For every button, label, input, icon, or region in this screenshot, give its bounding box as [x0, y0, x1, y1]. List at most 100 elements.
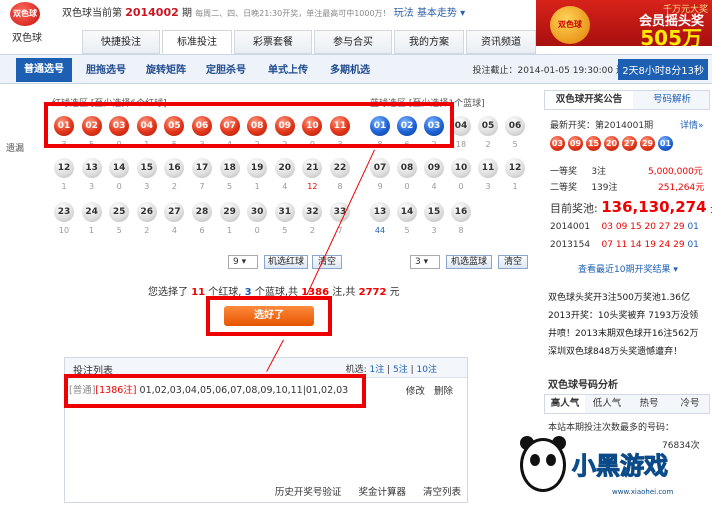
red-ball-12[interactable]: 12: [54, 158, 74, 178]
blue-ball-09[interactable]: 09: [424, 158, 444, 178]
recent-results-link[interactable]: 查看最近10期开奖结果 ▾: [578, 262, 678, 275]
summary-amount: 2772: [358, 287, 387, 298]
tab-standard-bet[interactable]: 标准投注: [162, 30, 232, 54]
countdown-timer: 2天8小时8分13秒: [618, 59, 708, 80]
logo-name: 双色球: [12, 33, 42, 44]
tab-packages[interactable]: 彩票套餐: [234, 30, 312, 54]
tab-low-popularity[interactable]: 低人气: [587, 395, 627, 413]
blue-count-select[interactable]: 3 ▾: [410, 255, 440, 269]
tab-single-upload[interactable]: 单式上传: [268, 61, 308, 81]
tab-draw-notice[interactable]: 双色球开奖公告: [545, 91, 633, 109]
red-ball-23[interactable]: 23: [54, 202, 74, 222]
clear-list-link[interactable]: 清空列表: [423, 487, 461, 498]
jackpot-row: 目前奖池: 136,130,274 元: [550, 198, 712, 216]
red-ball-21[interactable]: 21: [302, 158, 323, 178]
blue-ball-14[interactable]: 14: [397, 202, 417, 222]
red-ball-24[interactable]: 24: [81, 202, 102, 222]
tab-banker-pick[interactable]: 胆拖选号: [86, 61, 126, 81]
lottery-logo: 双色球 双色球: [4, 2, 50, 44]
blue-ball-16[interactable]: 16: [451, 202, 471, 222]
play-rules-link[interactable]: 玩法: [394, 8, 414, 19]
site-watermark: 小黑游戏 www.xiaohei.com: [516, 436, 712, 507]
tab-normal-pick[interactable]: 普通选号: [16, 58, 72, 82]
tab-multi-period[interactable]: 多期机选: [330, 61, 370, 81]
tab-hot-numbers[interactable]: 热号: [629, 395, 669, 413]
tab-group-buy[interactable]: 参与合买: [314, 30, 392, 54]
summary-text-4: 注,共: [332, 287, 356, 298]
red-ball-miss: 4: [171, 226, 177, 235]
random-red-button[interactable]: 机选红球: [264, 255, 308, 269]
promo-ball-logo: 双色球: [550, 6, 590, 44]
red-ball-miss: 6: [199, 226, 205, 235]
prize-calculator-link[interactable]: 奖金计算器: [358, 487, 406, 498]
tab-high-popularity[interactable]: 高人气: [545, 395, 585, 413]
summary-text-5: 元: [389, 287, 400, 298]
red-ball-14[interactable]: 14: [109, 158, 130, 178]
blue-ball-05[interactable]: 05: [478, 116, 498, 136]
tab-my-plans[interactable]: 我的方案: [394, 30, 464, 54]
red-ball-19[interactable]: 19: [247, 158, 268, 178]
bet-item-actions: 修改 删除: [406, 383, 453, 397]
quick-pick-1-button[interactable]: 1注: [370, 365, 385, 375]
red-ball-15[interactable]: 15: [136, 158, 157, 178]
red-ball-miss: 2: [309, 226, 315, 235]
random-blue-button[interactable]: 机选蓝球: [446, 255, 492, 269]
edit-bet-button[interactable]: 修改: [406, 386, 425, 397]
red-ball-26[interactable]: 26: [136, 202, 157, 222]
blue-ball-11[interactable]: 11: [478, 158, 498, 178]
summary-text-1: 您选择了: [148, 287, 188, 298]
blue-ball-04[interactable]: 04: [451, 116, 471, 136]
promo-banner[interactable]: 双色球 千万元大奖 会员摇头奖 505万: [536, 0, 712, 46]
clear-red-button[interactable]: 清空: [312, 255, 342, 269]
red-count-select[interactable]: 9 ▾: [228, 255, 258, 269]
delete-bet-button[interactable]: 删除: [434, 386, 453, 397]
second-prize-amount: 251,264元: [658, 183, 705, 193]
clear-blue-button[interactable]: 清空: [498, 255, 528, 269]
trend-chart-link[interactable]: 基本走势 ▾: [417, 8, 465, 19]
red-ball-29[interactable]: 29: [219, 202, 240, 222]
red-ball-miss: 8: [337, 182, 343, 191]
blue-ball-12[interactable]: 12: [505, 158, 525, 178]
issue-number: 2014002: [125, 6, 179, 19]
red-ball-27[interactable]: 27: [164, 202, 185, 222]
blue-ball-13[interactable]: 13: [370, 202, 390, 222]
miss-label: 遗漏: [6, 144, 25, 154]
blue-ball-06[interactable]: 06: [505, 116, 525, 136]
history-row-1: 2014001 03 09 15 20 27 29 01: [550, 222, 699, 232]
tab-fix-kill[interactable]: 定胆杀号: [206, 61, 246, 81]
red-ball-31[interactable]: 31: [274, 202, 295, 222]
red-ball-20[interactable]: 20: [274, 158, 295, 178]
red-ball-17[interactable]: 17: [192, 158, 212, 178]
panda-eye-icon: [530, 454, 540, 466]
news-item[interactable]: 2013开奖：10头奖被弃 7193万没领: [548, 308, 698, 321]
blue-ball-07[interactable]: 07: [370, 158, 390, 178]
blue-ball-10[interactable]: 10: [451, 158, 471, 178]
tab-wheel-matrix[interactable]: 旋转矩阵: [146, 61, 186, 81]
news-item[interactable]: 井喷！2013末期双色球开16注562万: [548, 326, 699, 339]
history-verify-link[interactable]: 历史开奖号验证: [275, 487, 342, 498]
red-ball-miss: 5: [227, 182, 233, 191]
tab-number-analysis[interactable]: 号码解析: [635, 91, 709, 109]
red-ball-22[interactable]: 22: [330, 158, 350, 178]
draw-details-link[interactable]: 详情»: [680, 118, 704, 131]
news-item[interactable]: 深圳双色球848万头奖遗憾遭弃！: [548, 344, 682, 357]
tab-quick-bet[interactable]: 快捷投注: [82, 30, 160, 54]
draw-schedule: 每周二、四、日晚21:30开奖，单注最高可中1000万！: [195, 9, 391, 18]
quick-pick-5-button[interactable]: 5注: [393, 365, 408, 375]
red-ball-28[interactable]: 28: [192, 202, 212, 222]
red-ball-30[interactable]: 30: [247, 202, 268, 222]
red-ball-18[interactable]: 18: [219, 158, 240, 178]
tab-cold-numbers[interactable]: 冷号: [671, 395, 709, 413]
red-ball-13[interactable]: 13: [81, 158, 102, 178]
blue-ball-miss: 5: [512, 140, 518, 149]
first-prize-row: 一等奖 3注: [550, 164, 606, 177]
quick-pick-10-button[interactable]: 10注: [417, 365, 437, 375]
blue-ball-15[interactable]: 15: [424, 202, 444, 222]
red-ball-16[interactable]: 16: [164, 158, 185, 178]
news-item[interactable]: 双色球头奖开3注500万奖池1.36亿: [548, 290, 690, 303]
blue-count-value: 3: [415, 257, 421, 267]
blue-ball-08[interactable]: 08: [397, 158, 417, 178]
tab-news[interactable]: 资讯频道: [466, 30, 536, 54]
red-ball-25[interactable]: 25: [109, 202, 130, 222]
red-ball-32[interactable]: 32: [302, 202, 323, 222]
